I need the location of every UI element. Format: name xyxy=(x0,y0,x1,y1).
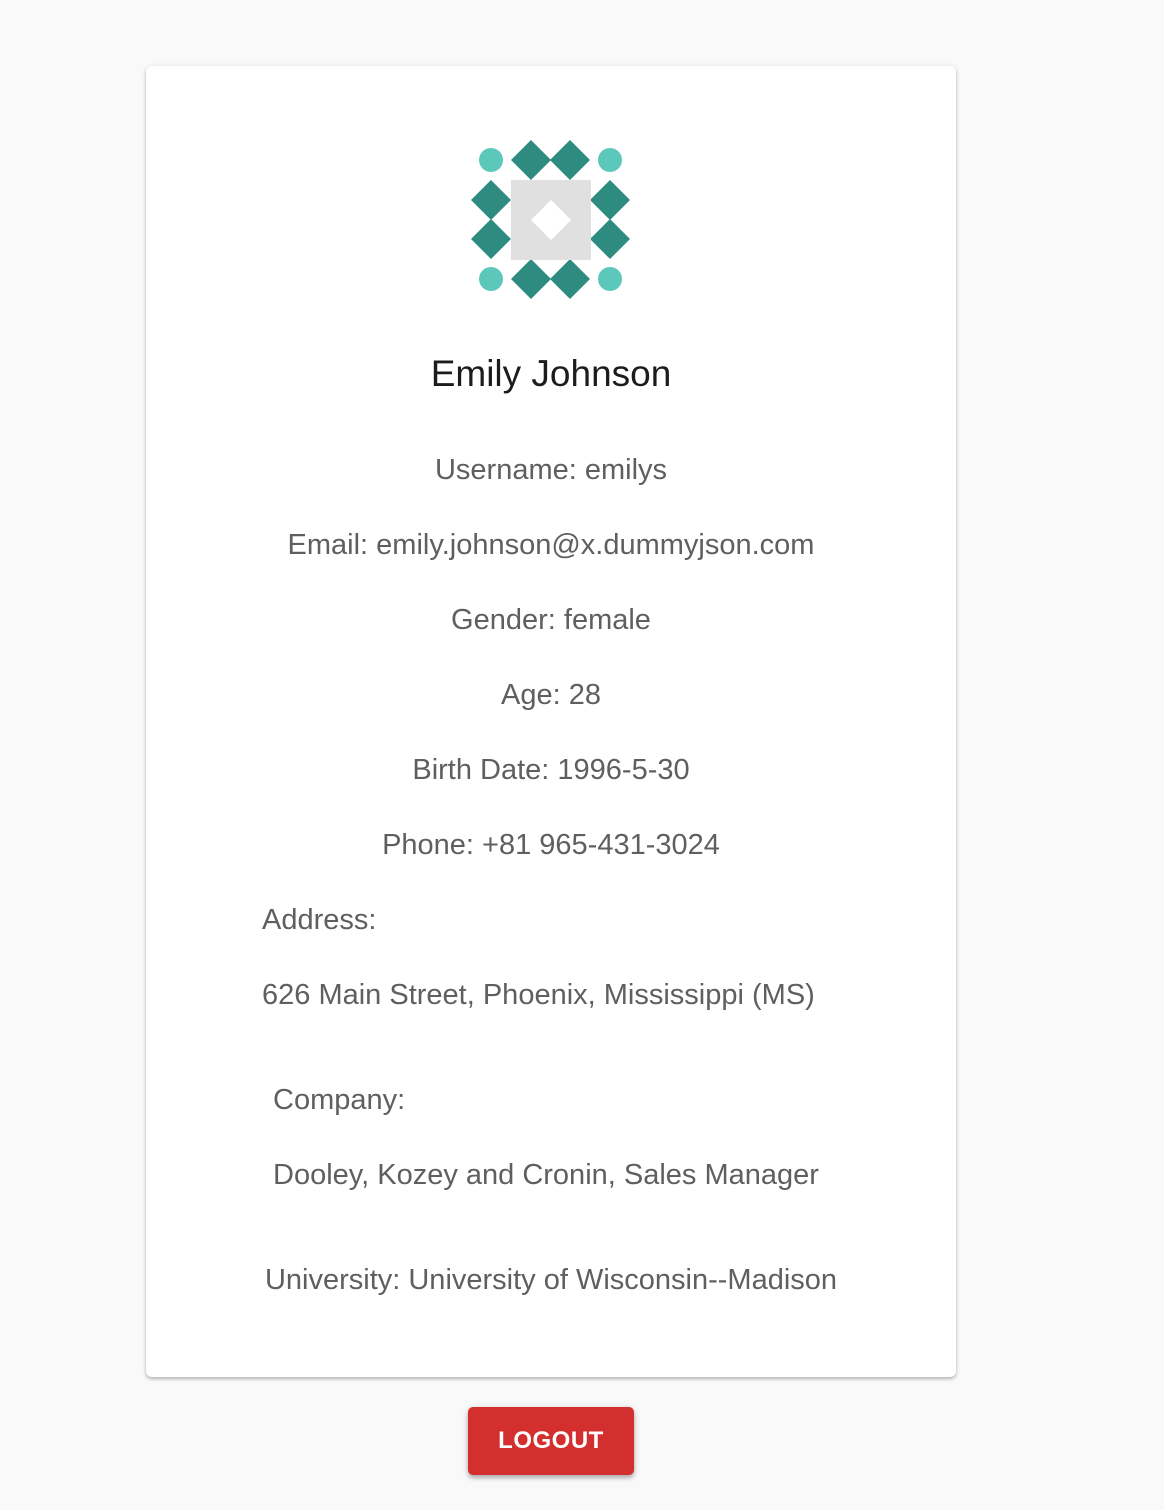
phone-text: Phone: +81 965-431-3024 xyxy=(382,829,720,861)
address-value: 626 Main Street, Phoenix, Mississippi (M… xyxy=(262,979,815,1011)
address-label: Address: xyxy=(262,904,377,936)
company-value: Dooley, Kozey and Cronin, Sales Manager xyxy=(273,1159,819,1191)
gender-text: Gender: female xyxy=(451,604,651,636)
logout-button[interactable]: LOGOUT xyxy=(468,1407,634,1475)
username-text: Username: emilys xyxy=(434,454,668,486)
age-text: Age: 28 xyxy=(501,679,601,711)
avatar-icon xyxy=(471,140,630,299)
university-text: University: University of Wisconsin--Mad… xyxy=(264,1264,838,1296)
birth-date-text: Birth Date: 1996-5-30 xyxy=(412,754,690,786)
profile-page: Emily Johnson Username: emilys Email: em… xyxy=(0,0,1164,1510)
email-text: Email: emily.johnson@x.dummyjson.com xyxy=(287,529,815,561)
company-label: Company: xyxy=(273,1084,406,1116)
profile-name: Emily Johnson xyxy=(430,353,672,394)
